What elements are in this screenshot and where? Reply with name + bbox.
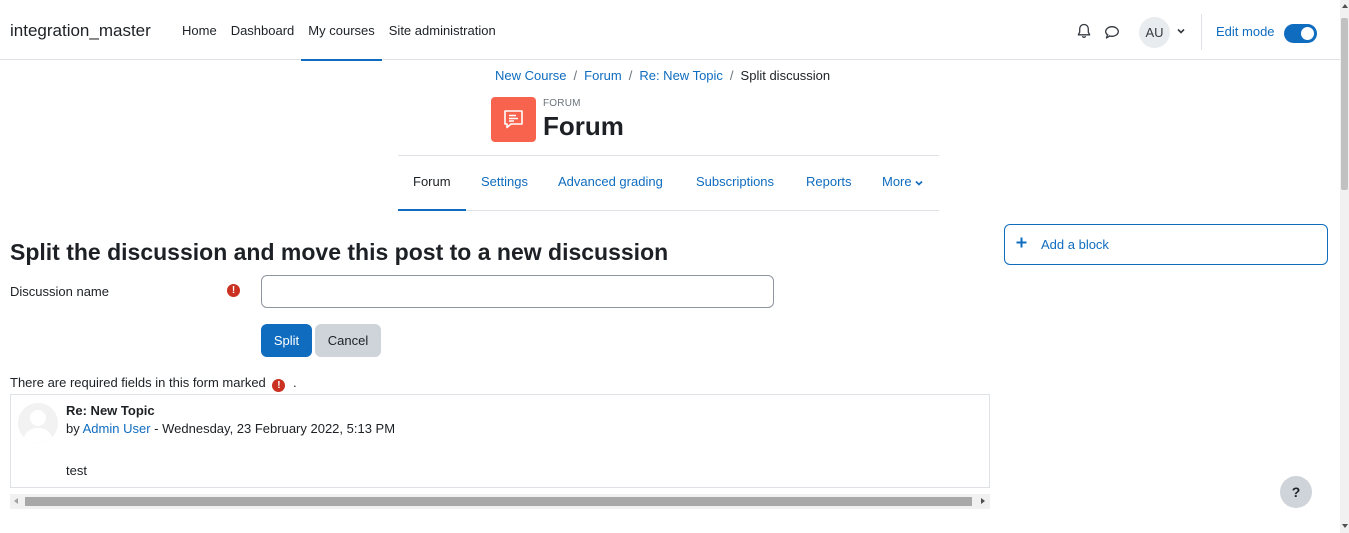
user-avatar-icon[interactable] [18,403,58,443]
nav-site-administration[interactable]: Site administration [382,0,503,60]
navbar-divider [1201,14,1202,50]
scroll-right-arrow-icon[interactable] [981,498,985,504]
discussion-name-label: Discussion name [10,284,109,299]
nav-dashboard[interactable]: Dashboard [224,0,302,60]
breadcrumb-forum[interactable]: Forum [584,68,622,83]
required-exclamation-icon: ! [227,284,240,297]
split-discussion-heading: Split the discussion and move this post … [10,239,669,265]
notifications-bell-icon[interactable] [1076,23,1092,39]
scroll-left-arrow-icon[interactable] [14,498,18,504]
plus-icon [1016,237,1027,248]
tab-more-label: More [882,174,912,189]
post-by-prefix: by [66,421,80,436]
post-body: test [66,463,87,478]
user-menu-avatar[interactable]: AU [1139,17,1170,48]
forum-post: Re: New Topic by Admin User - Wednesday,… [10,394,990,488]
edit-mode-toggle[interactable] [1284,24,1317,43]
split-button[interactable]: Split [261,324,312,357]
tab-subscriptions[interactable]: Subscriptions [696,156,774,210]
tab-advanced-grading[interactable]: Advanced grading [558,156,663,210]
chevron-down-icon [915,180,923,186]
breadcrumb-separator: / [573,68,578,83]
discussion-name-input[interactable] [261,275,774,308]
horizontal-scroll-thumb[interactable] [25,497,972,506]
primary-navigation: Home Dashboard My courses Site administr… [175,0,503,61]
activity-type-label: FORUM [543,98,581,109]
page-title: Forum [543,111,624,141]
add-block-label: Add a block [1041,237,1109,252]
post-date: - Wednesday, 23 February 2022, 5:13 PM [150,421,396,436]
chevron-down-icon[interactable] [1176,26,1186,36]
scroll-down-arrow-icon[interactable] [1342,524,1348,528]
required-note-text: There are required fields in this form m… [10,375,266,390]
messages-chat-icon[interactable] [1104,24,1120,40]
top-navbar: integration_master Home Dashboard My cou… [0,0,1340,61]
tab-settings[interactable]: Settings [481,156,528,210]
required-fields-note: There are required fields in this form m… [10,375,297,392]
nav-my-courses[interactable]: My courses [301,0,383,61]
post-byline: by Admin User - Wednesday, 23 February 2… [66,421,395,436]
tab-reports[interactable]: Reports [806,156,852,210]
edit-mode-label[interactable]: Edit mode [1216,24,1275,39]
tab-more[interactable]: More [882,156,923,210]
breadcrumb-re-new-topic[interactable]: Re: New Topic [639,68,723,83]
required-note-period: . [293,375,297,390]
breadcrumb-separator: / [628,68,633,83]
required-exclamation-icon: ! [272,379,286,392]
breadcrumb: New Course / Forum / Re: New Topic / Spl… [495,68,830,83]
site-brand[interactable]: integration_master [10,21,151,41]
add-block-button[interactable]: Add a block [1004,224,1328,265]
horizontal-scrollbar[interactable] [10,494,990,509]
breadcrumb-separator: / [729,68,734,83]
cancel-button[interactable]: Cancel [315,324,381,357]
vertical-scroll-thumb[interactable] [1341,18,1348,190]
help-button[interactable]: ? [1280,476,1312,508]
breadcrumb-new-course[interactable]: New Course [495,68,567,83]
breadcrumb-current: Split discussion [740,68,831,83]
forum-activity-icon [491,97,536,142]
secondary-navigation: Forum Settings Advanced grading Subscrip… [398,155,939,211]
post-subject: Re: New Topic [66,403,155,418]
tab-forum[interactable]: Forum [398,156,465,211]
scroll-up-arrow-icon[interactable] [1342,4,1348,8]
post-author-link[interactable]: Admin User [83,421,151,436]
vertical-scrollbar[interactable] [1340,0,1349,533]
toggle-knob [1301,27,1314,40]
nav-home[interactable]: Home [175,0,224,60]
